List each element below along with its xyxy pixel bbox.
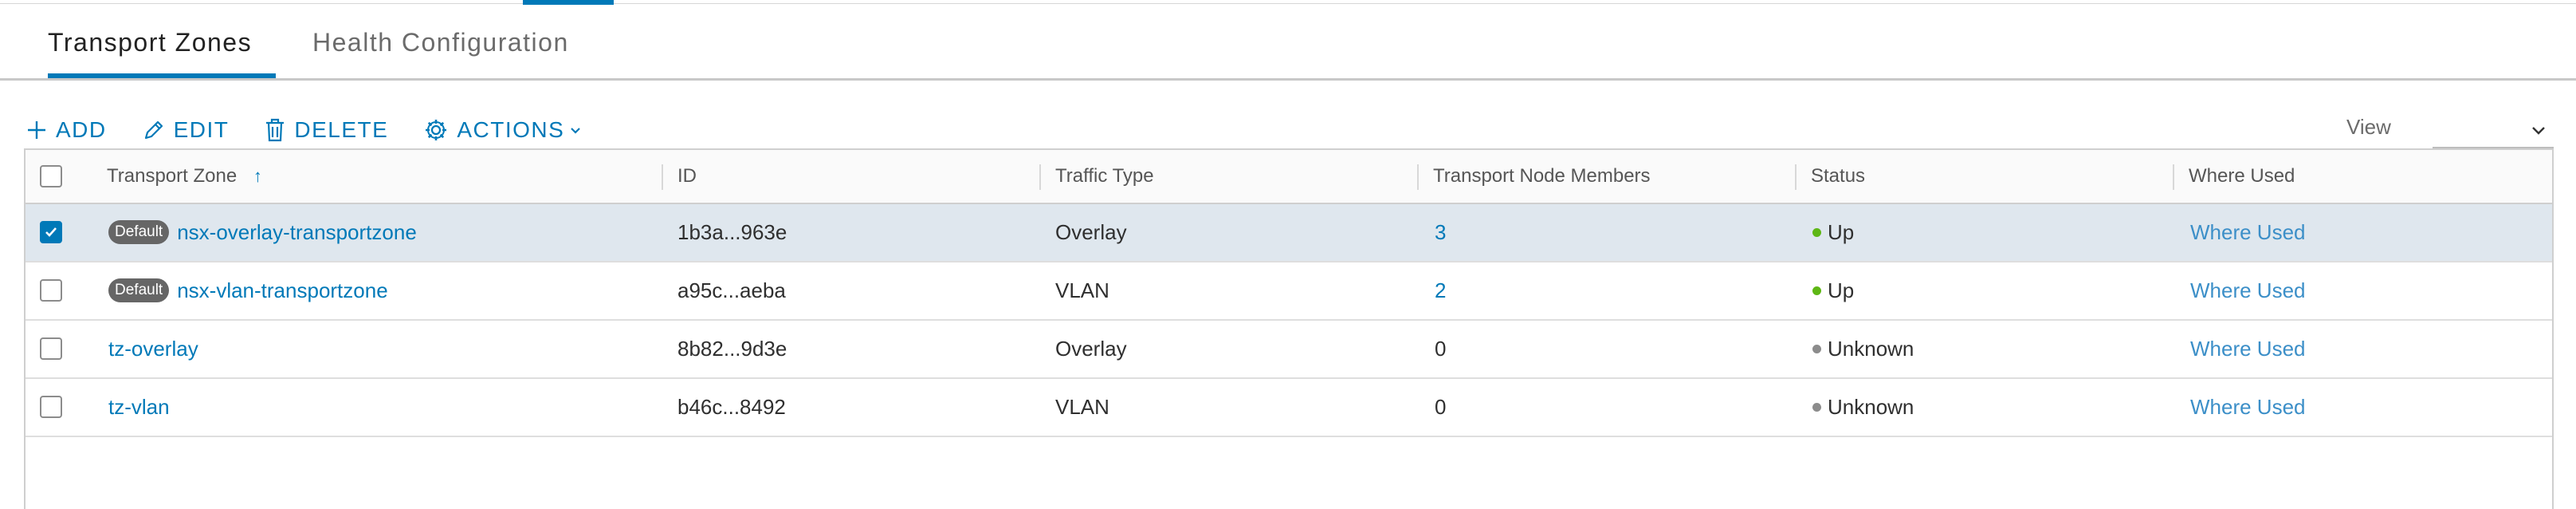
column-resizer[interactable] (2173, 164, 2174, 190)
zone-id: a95c...aeba (677, 278, 786, 302)
column-header-transport-zone[interactable]: Transport Zone ↑ (107, 150, 262, 203)
table-row[interactable]: tz-vlan b46c...8492 VLAN 0 Unknown Where… (26, 379, 2552, 437)
column-resizer[interactable] (1039, 164, 1041, 190)
transport-zone-link[interactable]: tz-vlan (108, 395, 170, 419)
status-up-icon (1812, 286, 1821, 295)
zone-id: b46c...8492 (677, 395, 786, 419)
column-header-transport-node-members[interactable]: Transport Node Members (1433, 150, 1651, 203)
edit-label: EDIT (173, 117, 230, 142)
chevron-down-icon (571, 128, 581, 134)
table-header: Transport Zone ↑ ID Traffic Type Transpo… (26, 150, 2552, 204)
view-label: View (2346, 115, 2391, 139)
status-up-icon (1812, 227, 1821, 237)
transport-node-members-count: 0 (1435, 395, 1447, 419)
add-button[interactable]: ADD (26, 117, 107, 143)
delete-button[interactable]: DELETE (264, 117, 388, 143)
trash-icon (266, 118, 285, 142)
transport-zone-link[interactable]: nsx-vlan-transportzone (177, 278, 387, 302)
actions-button[interactable]: ACTIONS (423, 117, 582, 143)
table-row[interactable]: tz-overlay 8b82...9d3e Overlay 0 Unknown… (26, 321, 2552, 379)
traffic-type: Overlay (1055, 220, 1127, 244)
zone-id: 8b82...9d3e (677, 337, 787, 361)
edit-button[interactable]: EDIT (142, 117, 230, 143)
tab-bar: Transport Zones Health Configuration (0, 4, 2576, 81)
column-resizer[interactable] (1417, 164, 1419, 190)
checkmark-icon (45, 227, 57, 237)
where-used-link[interactable]: Where Used (2190, 321, 2306, 377)
traffic-type: Overlay (1055, 337, 1127, 361)
column-resizer[interactable] (1795, 164, 1797, 190)
row-checkbox[interactable] (40, 279, 62, 302)
select-all-checkbox[interactable] (40, 165, 62, 187)
column-header-traffic-type[interactable]: Traffic Type (1055, 150, 1154, 203)
table-row[interactable]: Default nsx-overlay-transportzone 1b3a...… (26, 204, 2552, 262)
status-text: Up (1828, 220, 1855, 244)
table-row[interactable]: Default nsx-vlan-transportzone a95c...aeb… (26, 262, 2552, 321)
row-checkbox[interactable] (40, 337, 62, 360)
zone-id: 1b3a...963e (677, 220, 787, 244)
column-header-id[interactable]: ID (677, 150, 697, 203)
default-badge: Default (108, 278, 170, 303)
chevron-down-icon (2532, 127, 2545, 135)
tab-health-configuration[interactable]: Health Configuration (312, 28, 569, 57)
transport-zone-link[interactable]: tz-overlay (108, 337, 198, 361)
add-label: ADD (56, 117, 107, 142)
transport-zone-link[interactable]: nsx-overlay-transportzone (177, 220, 417, 244)
status-unknown-icon (1812, 402, 1821, 412)
traffic-type: VLAN (1055, 395, 1109, 419)
view-select[interactable] (2433, 112, 2554, 148)
transport-node-members-link[interactable]: 2 (1435, 262, 1446, 319)
column-header-where-used[interactable]: Where Used (2189, 150, 2295, 203)
column-header-status[interactable]: Status (1811, 150, 1865, 203)
transport-node-members-count: 0 (1435, 337, 1447, 361)
actions-label: ACTIONS (457, 117, 565, 142)
traffic-type: VLAN (1055, 278, 1109, 302)
pencil-icon (144, 120, 163, 140)
where-used-link[interactable]: Where Used (2190, 204, 2306, 261)
sort-ascending-icon: ↑ (253, 166, 262, 186)
where-used-link[interactable]: Where Used (2190, 262, 2306, 319)
status-unknown-icon (1812, 344, 1821, 353)
column-resizer[interactable] (662, 164, 663, 190)
plus-icon (28, 121, 45, 139)
row-checkbox[interactable] (40, 221, 62, 243)
default-badge: Default (108, 220, 170, 245)
active-tab-underline (48, 73, 276, 78)
where-used-link[interactable]: Where Used (2190, 379, 2306, 436)
tab-transport-zones[interactable]: Transport Zones (48, 28, 252, 57)
toolbar: ADD EDIT DELETE ACTIONS (26, 114, 617, 146)
status-text: Up (1828, 278, 1855, 302)
transport-node-members-link[interactable]: 3 (1435, 204, 1446, 261)
delete-label: DELETE (294, 117, 389, 142)
status-text: Unknown (1828, 395, 1914, 419)
transport-zones-grid: Transport Zone ↑ ID Traffic Type Transpo… (24, 148, 2554, 509)
status-text: Unknown (1828, 337, 1914, 361)
row-checkbox[interactable] (40, 396, 62, 418)
column-header-label: Transport Zone (107, 165, 238, 187)
gear-icon (426, 120, 447, 140)
